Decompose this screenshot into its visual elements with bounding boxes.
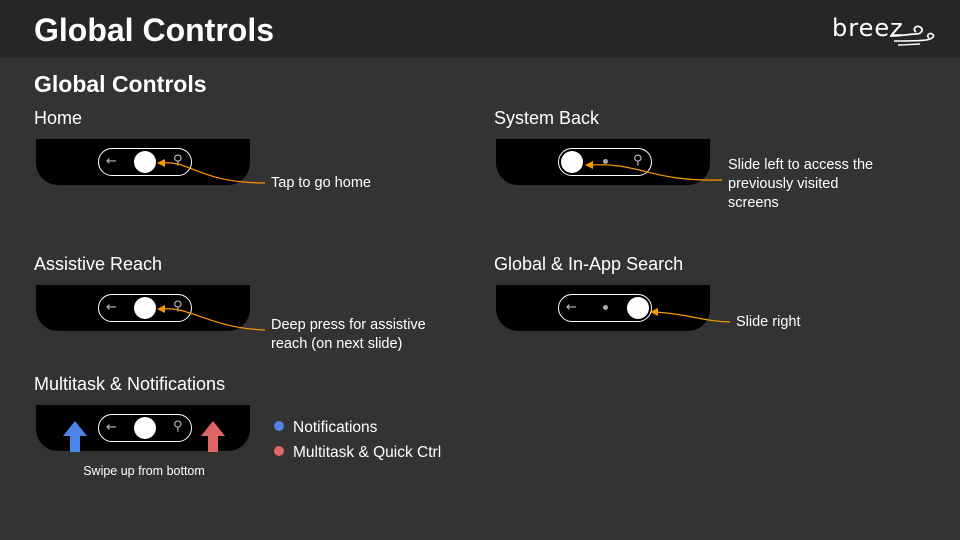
note-line: screens (728, 195, 779, 211)
global-search-label: Global & In-App Search (494, 254, 684, 274)
blue-dot-icon (274, 421, 284, 431)
global-search-device: ← (496, 285, 710, 331)
multitask-label: Multitask & Notifications (34, 374, 226, 394)
legend-label: Notifications (293, 419, 378, 436)
nav-pill[interactable]: ← ⚲ (98, 148, 192, 176)
nav-pill[interactable]: ← ⚲ (98, 414, 192, 442)
legend-multitask: Multitask & Quick Ctrl (274, 443, 441, 463)
breez-logo: breez (832, 14, 938, 48)
center-dot (603, 159, 608, 164)
search-icon: ⚲ (173, 153, 183, 168)
assist-knob[interactable] (134, 297, 156, 319)
assistive-reach-label: Assistive Reach (34, 254, 163, 274)
back-knob[interactable] (561, 151, 583, 173)
home-knob[interactable] (134, 151, 156, 173)
home-device: ← ⚲ (36, 139, 250, 185)
arrow-left-icon: ← (106, 154, 117, 169)
page-title: Global Controls (34, 12, 274, 48)
system-back-note: Slide left to access the previously visi… (728, 156, 873, 213)
nav-pill[interactable]: ← (558, 294, 652, 322)
legend-label: Multitask & Quick Ctrl (293, 444, 442, 461)
arrow-left-icon: ← (106, 420, 117, 435)
multitask-caption: Swipe up from bottom (83, 464, 205, 478)
note-line: Slide left to access the (728, 157, 874, 173)
note-line: previously visited (728, 176, 839, 192)
section-title: Global Controls (34, 71, 207, 97)
red-dot-icon (274, 446, 284, 456)
search-icon: ⚲ (633, 153, 643, 168)
note-line: Deep press for assistive (271, 317, 426, 333)
assistive-reach-device: ← ⚲ (36, 285, 250, 331)
header-bar: Global Controls breez (0, 0, 960, 58)
search-icon: ⚲ (173, 419, 183, 434)
home-note: Tap to go home (271, 175, 371, 191)
center-dot (603, 305, 608, 310)
arrow-left-icon: ← (106, 300, 117, 315)
search-knob[interactable] (627, 297, 649, 319)
global-search-note: Slide right (736, 314, 801, 330)
legend-notifications: Notifications (274, 418, 377, 438)
note-line: reach (on next slide) (271, 336, 403, 352)
nav-pill[interactable]: ← ⚲ (98, 294, 192, 322)
wind-swirl-icon (889, 25, 935, 46)
system-back-device: ⚲ (496, 139, 710, 185)
system-back-label: System Back (494, 108, 600, 128)
search-icon: ⚲ (173, 299, 183, 314)
multitask-device: ← ⚲ (36, 405, 250, 451)
multitask-knob[interactable] (134, 417, 156, 439)
arrow-left-icon: ← (566, 300, 577, 315)
home-label: Home (34, 108, 83, 128)
assistive-reach-note: Deep press for assistive reach (on next … (271, 316, 426, 354)
nav-pill[interactable]: ⚲ (558, 148, 652, 176)
